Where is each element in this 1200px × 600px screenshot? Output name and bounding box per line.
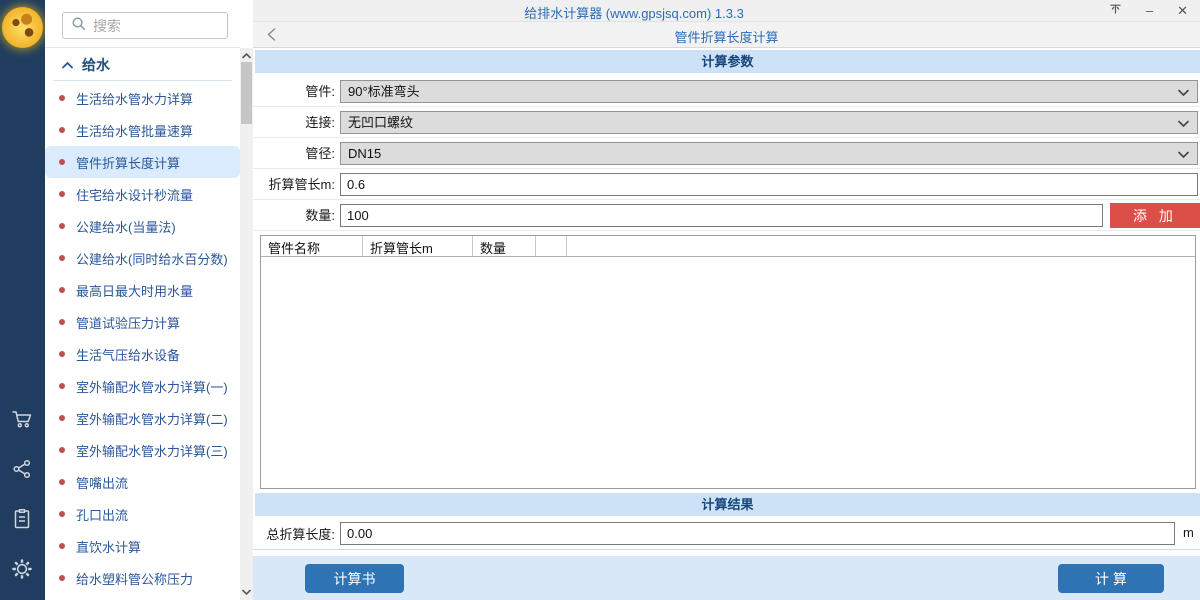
- bullet-icon: [59, 159, 65, 165]
- quantity-input[interactable]: [340, 204, 1103, 227]
- divider: [45, 47, 240, 48]
- form-row-equivalent-length: 折算管长m:: [253, 169, 1200, 200]
- result-section-header: 计算结果: [255, 493, 1200, 516]
- bullet-icon: [59, 543, 65, 549]
- diameter-select[interactable]: DN15: [340, 142, 1198, 165]
- field-label: 折算管长m:: [253, 169, 335, 200]
- window-titlebar: 给排水计算器 (www.gpsjsq.com) 1.3.3 – ✕: [253, 0, 1200, 22]
- sidebar-item[interactable]: 生活给水管批量速算: [45, 114, 240, 146]
- pin-icon[interactable]: [1109, 0, 1122, 22]
- col-blank: [536, 236, 567, 256]
- bullet-icon: [59, 383, 65, 389]
- sidebar-item[interactable]: 管嘴出流: [45, 466, 240, 498]
- sidebar-section-label: 给水: [82, 55, 110, 75]
- page-header: 管件折算长度计算: [253, 22, 1200, 48]
- field-label: 管径:: [253, 138, 335, 169]
- unit-label: m: [1183, 525, 1194, 540]
- col-quantity: 数量: [473, 236, 536, 256]
- share-icon[interactable]: [10, 457, 34, 481]
- bullet-icon: [59, 415, 65, 421]
- sidebar-item[interactable]: 生活给水管水力详算: [45, 82, 240, 114]
- result-row: 总折算长度: m: [253, 520, 1200, 549]
- field-label: 管件:: [253, 76, 335, 107]
- bullet-icon: [59, 191, 65, 197]
- search-box[interactable]: [62, 12, 228, 39]
- bullet-icon: [59, 351, 65, 357]
- bullet-icon: [59, 511, 65, 517]
- main-area: 给排水计算器 (www.gpsjsq.com) 1.3.3 – ✕ 管件折算长度…: [253, 0, 1200, 600]
- form-row-diameter: 管径: DN15: [253, 138, 1200, 169]
- bullet-icon: [59, 479, 65, 485]
- sidebar-item[interactable]: 住宅给水设计秒流量: [45, 178, 240, 210]
- chevron-up-icon: [62, 56, 73, 74]
- divider: [53, 80, 232, 81]
- equivalent-length-input[interactable]: [340, 173, 1198, 196]
- connection-select[interactable]: 无凹口螺纹: [340, 111, 1198, 134]
- table-header-row: 管件名称 折算管长m 数量: [261, 236, 1195, 257]
- sidebar-scrollbar[interactable]: [240, 48, 253, 600]
- report-button[interactable]: 计算书: [305, 564, 404, 593]
- bullet-icon: [59, 223, 65, 229]
- col-equivalent-length: 折算管长m: [363, 236, 473, 256]
- close-button[interactable]: ✕: [1177, 0, 1188, 22]
- sidebar-item[interactable]: 室外输配水管水力详算(三): [45, 434, 240, 466]
- scroll-down-icon[interactable]: [240, 586, 253, 598]
- cart-icon[interactable]: [10, 407, 34, 431]
- window-title: 给排水计算器 (www.gpsjsq.com) 1.3.3: [524, 3, 744, 22]
- sidebar-item[interactable]: 最高日最大时用水量: [45, 274, 240, 306]
- form-row-fitting: 管件: 90°标准弯头: [253, 76, 1200, 107]
- scrollbar-thumb[interactable]: [241, 62, 252, 124]
- sidebar-item[interactable]: 生活气压给水设备: [45, 338, 240, 370]
- search-input[interactable]: [93, 18, 219, 34]
- bullet-icon: [59, 319, 65, 325]
- sidebar-item[interactable]: 管道试验压力计算: [45, 306, 240, 338]
- params-section-header: 计算参数: [255, 50, 1200, 73]
- sidebar-item[interactable]: 直饮水计算: [45, 530, 240, 562]
- form-row-quantity: 数量: 添 加: [253, 200, 1200, 231]
- add-button[interactable]: 添 加: [1110, 203, 1200, 228]
- clipboard-icon[interactable]: [10, 507, 34, 531]
- field-label: 数量:: [253, 200, 335, 231]
- bullet-icon: [59, 255, 65, 261]
- sidebar-item[interactable]: 公建给水(当量法): [45, 210, 240, 242]
- sidebar-menu: 生活给水管水力详算 生活给水管批量速算 管件折算长度计算 住宅给水设计秒流量 公…: [45, 82, 240, 594]
- fitting-select[interactable]: 90°标准弯头: [340, 80, 1198, 103]
- sunflower-logo[interactable]: [2, 7, 43, 48]
- sidebar-item-selected[interactable]: 管件折算长度计算: [45, 146, 240, 178]
- col-filler: [567, 236, 1195, 256]
- bullet-icon: [59, 95, 65, 101]
- bullet-icon: [59, 287, 65, 293]
- col-fitting-name: 管件名称: [261, 236, 363, 256]
- form-row-connection: 连接: 无凹口螺纹: [253, 107, 1200, 138]
- page-title: 管件折算长度计算: [253, 27, 1200, 46]
- sidebar-item[interactable]: 给水塑料管公称压力: [45, 562, 240, 594]
- total-length-input[interactable]: [340, 522, 1175, 545]
- sidebar-item[interactable]: 室外输配水管水力详算(一): [45, 370, 240, 402]
- sidebar-item[interactable]: 孔口出流: [45, 498, 240, 530]
- scroll-up-icon[interactable]: [240, 50, 253, 62]
- icon-rail: [0, 0, 45, 600]
- bullet-icon: [59, 575, 65, 581]
- sidebar-section-water-supply[interactable]: 给水: [45, 52, 240, 78]
- calculate-button[interactable]: 计 算: [1058, 564, 1164, 593]
- field-label: 连接:: [253, 107, 335, 138]
- sidebar-item[interactable]: 公建给水(同时给水百分数): [45, 242, 240, 274]
- sidebar-item[interactable]: 室外输配水管水力详算(二): [45, 402, 240, 434]
- result-label: 总折算长度:: [253, 520, 335, 549]
- bullet-icon: [59, 127, 65, 133]
- bullet-icon: [59, 447, 65, 453]
- sidebar: 给水 生活给水管水力详算 生活给水管批量速算 管件折算长度计算 住宅给水设计秒流…: [45, 0, 253, 600]
- search-icon: [71, 16, 86, 36]
- gear-icon[interactable]: [10, 557, 34, 581]
- chevron-down-icon: [1178, 151, 1189, 158]
- footer-bar: 计算书 计 算: [253, 556, 1200, 600]
- fittings-table[interactable]: 管件名称 折算管长m 数量: [260, 235, 1196, 489]
- minimize-button[interactable]: –: [1146, 0, 1153, 22]
- chevron-down-icon: [1178, 89, 1189, 96]
- chevron-down-icon: [1178, 120, 1189, 127]
- divider: [253, 549, 1200, 550]
